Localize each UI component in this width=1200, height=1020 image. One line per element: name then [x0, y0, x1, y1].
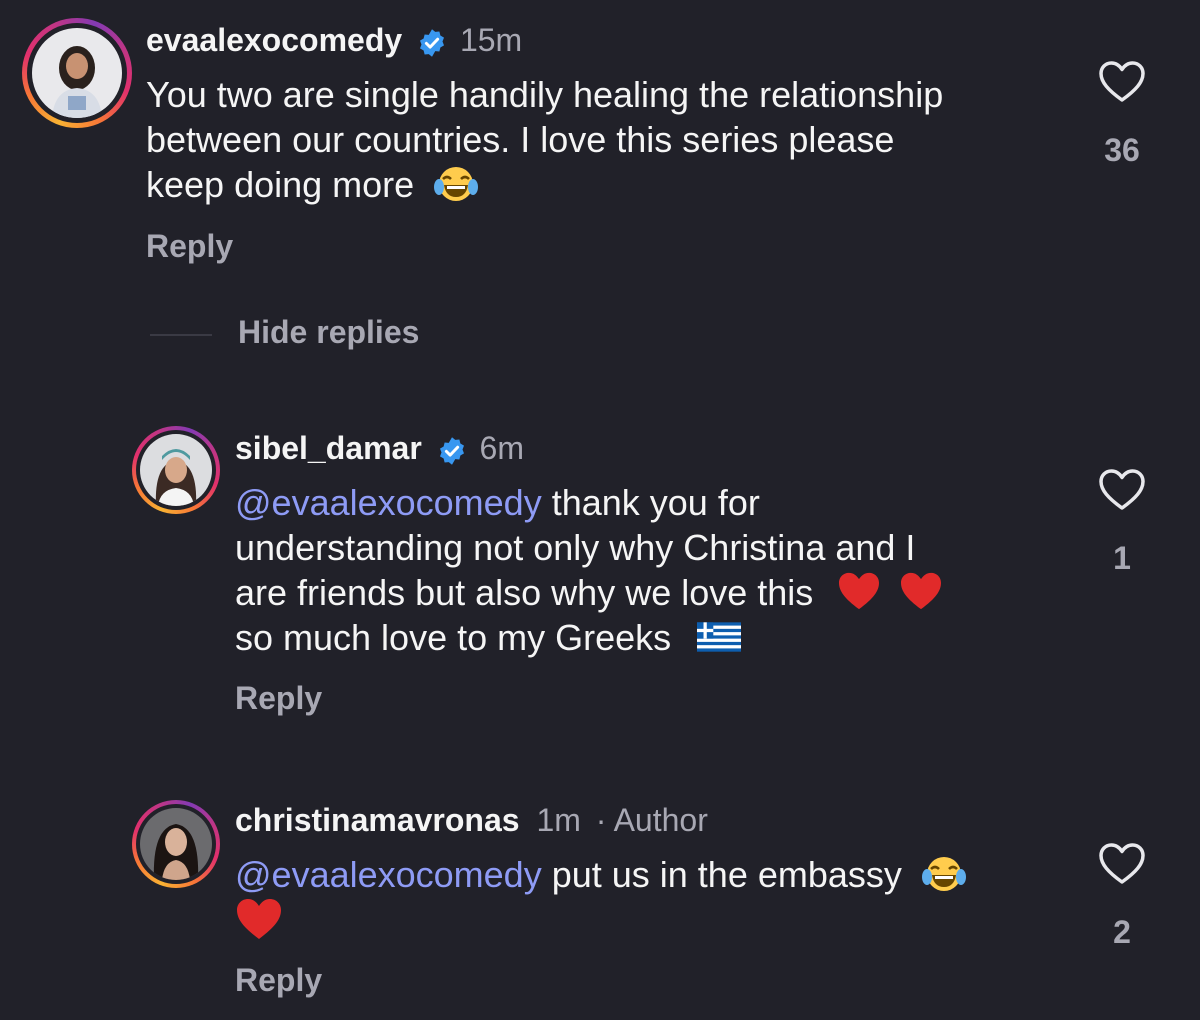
comment-text: @evaalexocomedy thank you for understand…: [235, 480, 943, 660]
mention-link[interactable]: @evaalexocomedy: [235, 854, 542, 895]
heart-outline-icon[interactable]: [1098, 842, 1146, 886]
mention-link[interactable]: @evaalexocomedy: [235, 482, 542, 523]
avatar-christinamavronas[interactable]: [132, 800, 220, 888]
like-count: 2: [1113, 914, 1131, 950]
like-count: 1: [1113, 540, 1131, 576]
comment-text-line: thank you for: [541, 482, 760, 523]
author-label: · Author: [595, 802, 708, 838]
comment-text-line: keep doing more: [146, 164, 415, 205]
reply-button[interactable]: Reply: [146, 228, 233, 265]
reply-button[interactable]: Reply: [235, 962, 322, 999]
comment-text-line: put us in the embassy: [541, 854, 902, 895]
avatar-sibel-damar[interactable]: [132, 426, 220, 514]
laughing-emoji-icon: [921, 857, 966, 891]
comment-text-line: understanding not only why Christina and…: [235, 527, 916, 568]
hide-replies-button[interactable]: Hide replies: [238, 314, 419, 351]
red-heart-emoji-icon: [237, 899, 281, 939]
like-count: 36: [1104, 132, 1140, 168]
verified-badge-icon: [439, 436, 464, 465]
comment-time: 1m: [536, 802, 581, 838]
greek-flag-emoji-icon: [697, 622, 742, 652]
avatar-evaalexocomedy[interactable]: [22, 18, 132, 128]
avatar-photo: [32, 28, 122, 118]
comment-time: 6m: [479, 430, 524, 466]
avatar-photo: [140, 434, 212, 506]
avatar-photo: [140, 808, 212, 880]
comment-text-line: are friends but also why we love this: [235, 572, 814, 613]
reply-button[interactable]: Reply: [235, 680, 322, 717]
red-heart-emoji-icon: [901, 572, 942, 610]
comment-text-line: between our countries. I love this serie…: [146, 119, 895, 160]
comment-time: 15m: [459, 22, 523, 58]
comment-text-line: You two are single handily healing the r…: [146, 74, 944, 115]
red-heart-emoji-icon: [839, 572, 880, 610]
comment-text: @evaalexocomedy put us in the embassy: [235, 852, 966, 947]
heart-outline-icon[interactable]: [1098, 60, 1146, 104]
verified-badge-icon: [420, 28, 445, 57]
comment-text-line: so much love to my Greeks: [235, 617, 672, 658]
comment-username[interactable]: evaalexocomedy: [146, 22, 402, 58]
comment-username[interactable]: christinamavronas: [235, 802, 520, 838]
heart-outline-icon[interactable]: [1098, 468, 1146, 512]
laughing-emoji-icon: [434, 167, 479, 201]
comment-text: You two are single handily healing the r…: [146, 72, 943, 207]
comment-username[interactable]: sibel_damar: [235, 430, 422, 466]
hide-replies-divider: [150, 334, 212, 336]
